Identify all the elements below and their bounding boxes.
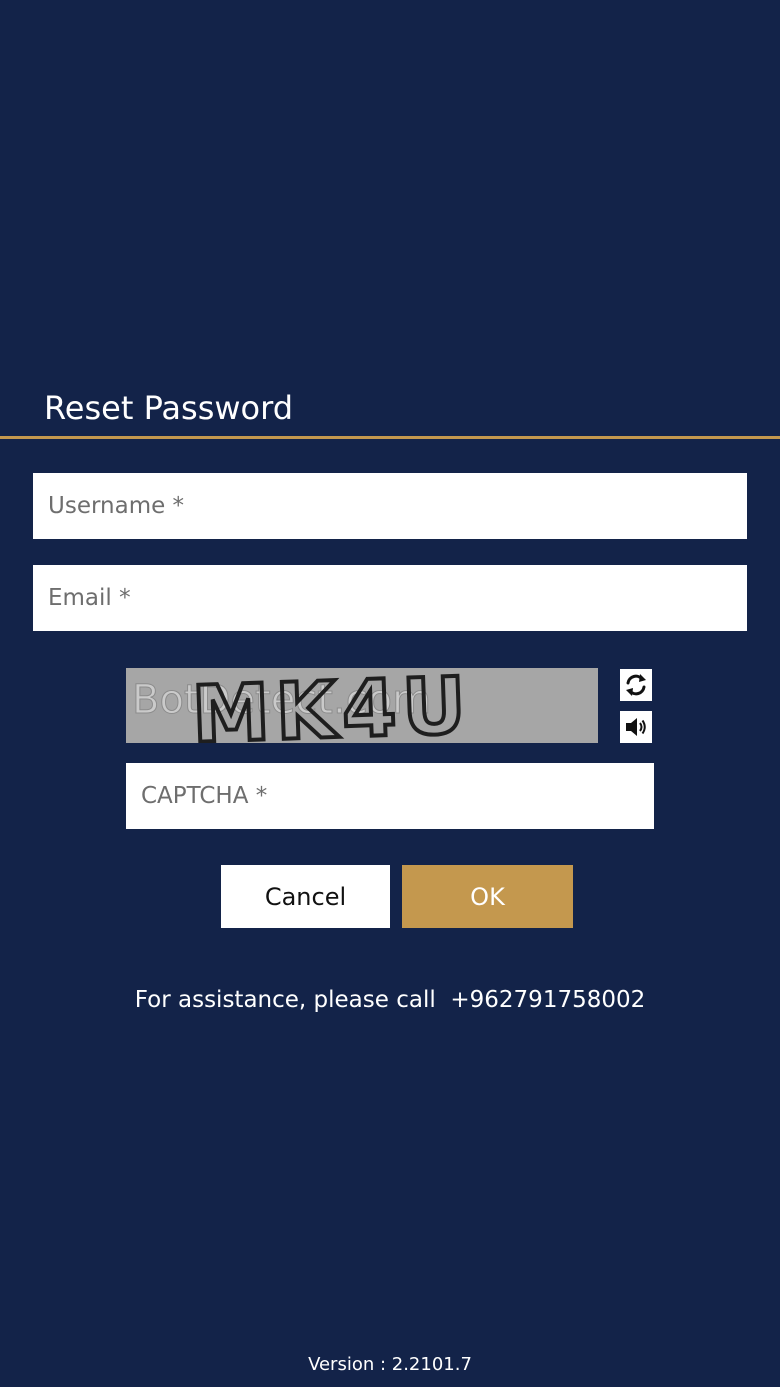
assistance-phone: +962791758002: [450, 987, 646, 1013]
refresh-icon: [626, 674, 646, 696]
cancel-button[interactable]: Cancel: [221, 865, 390, 928]
captcha-input[interactable]: [126, 763, 654, 829]
captcha-code: MK4U: [191, 668, 474, 743]
assistance-message: For assistance, please call +96279175800…: [0, 983, 780, 1017]
ok-button[interactable]: OK: [402, 865, 573, 928]
page-title: Reset Password: [44, 389, 294, 427]
refresh-captcha-button[interactable]: [620, 669, 652, 701]
audio-captcha-button[interactable]: [620, 711, 652, 743]
version-label: Version : 2.2101.7: [308, 1354, 472, 1375]
username-input[interactable]: [33, 473, 747, 539]
assistance-text: For assistance, please call: [134, 987, 436, 1013]
title-divider: [0, 436, 780, 439]
email-input[interactable]: [33, 565, 747, 631]
speaker-icon: [626, 718, 646, 736]
captcha-image: BotDetect.com MK4U: [126, 668, 598, 743]
